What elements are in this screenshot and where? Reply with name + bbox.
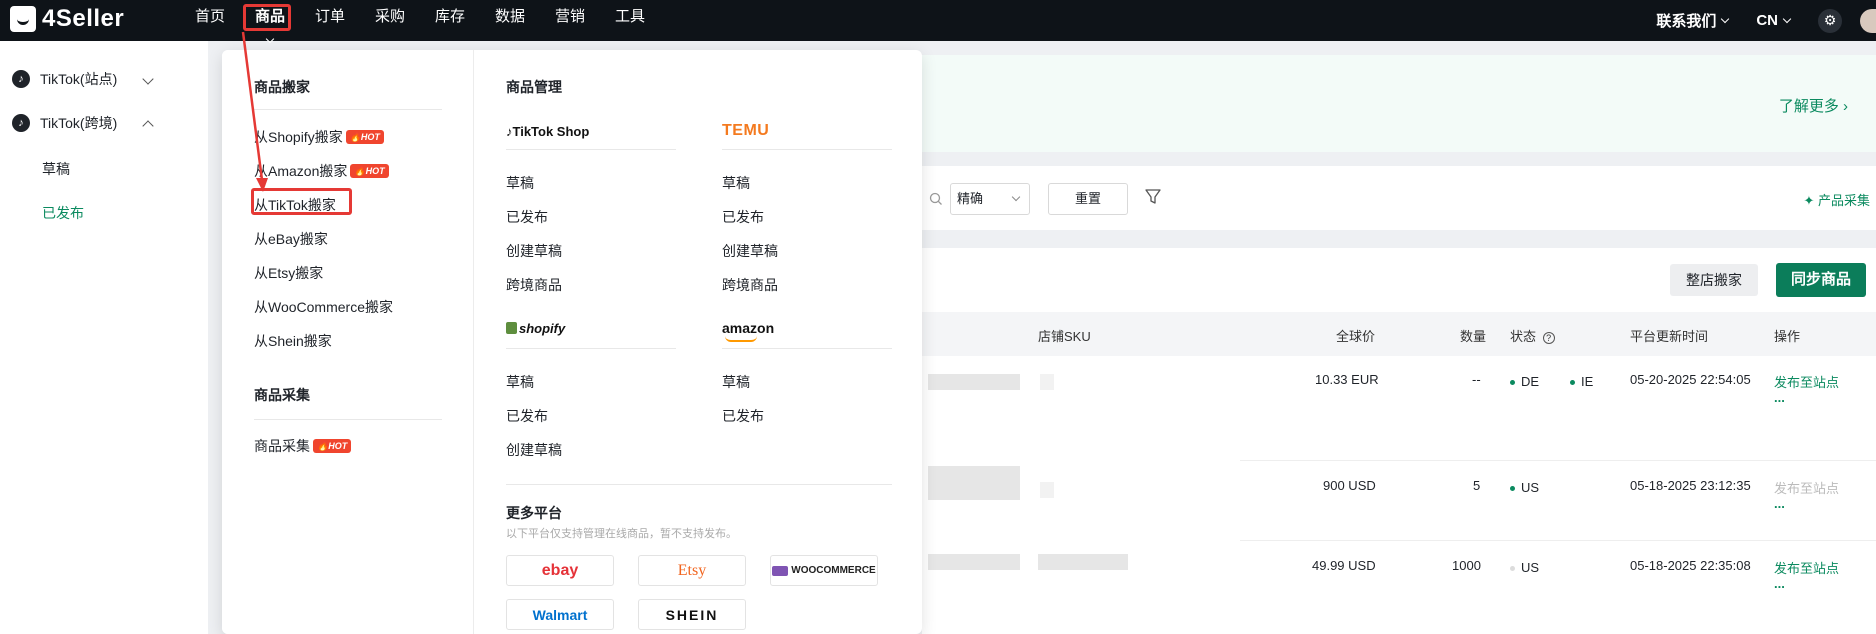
annotation-arrow (241, 31, 268, 192)
